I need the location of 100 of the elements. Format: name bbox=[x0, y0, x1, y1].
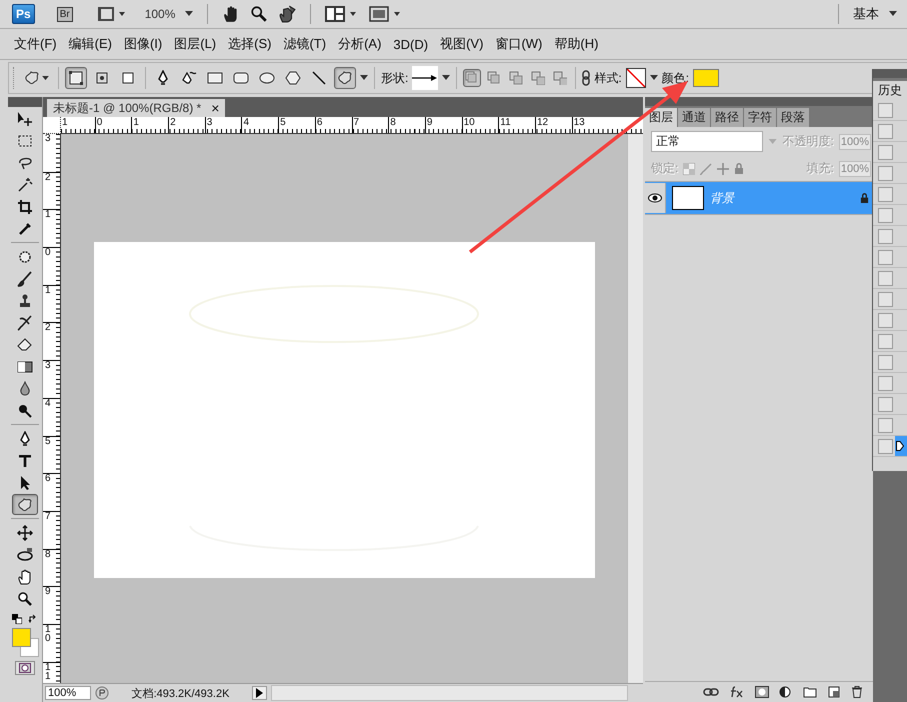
snapshot-checkbox[interactable] bbox=[878, 334, 893, 348]
snapshot-checkbox[interactable] bbox=[878, 396, 893, 412]
panel-tab[interactable]: 字符 bbox=[744, 108, 776, 127]
fx-icon[interactable] bbox=[729, 686, 745, 698]
caret-icon[interactable] bbox=[650, 75, 658, 81]
no-style-icon bbox=[626, 69, 645, 87]
combine-mode-button[interactable] bbox=[529, 69, 548, 87]
ruler-label: 10 bbox=[45, 624, 51, 643]
gradient-icon bbox=[17, 358, 33, 374]
shape-layers-icon bbox=[68, 70, 84, 86]
color-swatch[interactable] bbox=[693, 69, 720, 87]
style-picker[interactable] bbox=[626, 68, 646, 88]
quick-mask-button[interactable] bbox=[15, 661, 35, 675]
snapshot-checkbox[interactable] bbox=[878, 166, 893, 180]
snapshot-checkbox[interactable] bbox=[878, 144, 893, 160]
snapshot-checkbox[interactable] bbox=[878, 292, 893, 306]
ruler-label: 0 bbox=[45, 248, 51, 258]
preview-icon[interactable] bbox=[95, 686, 109, 700]
shape-picker[interactable] bbox=[412, 66, 438, 90]
caret-icon[interactable] bbox=[360, 75, 368, 81]
trash-icon[interactable] bbox=[851, 686, 863, 698]
snapshot-checkbox[interactable] bbox=[878, 376, 893, 390]
menu-item[interactable]: 编辑(E) bbox=[62, 35, 118, 53]
half-circle-icon[interactable] bbox=[779, 686, 793, 698]
menu-item[interactable]: 视图(V) bbox=[434, 35, 490, 53]
combine-mode-button[interactable] bbox=[463, 69, 482, 87]
history-row[interactable] bbox=[873, 436, 907, 457]
snapshot-checkbox[interactable] bbox=[878, 228, 893, 244]
link-icon[interactable] bbox=[582, 70, 590, 86]
panel-tab[interactable]: 段落 bbox=[777, 108, 809, 127]
mode-button[interactable] bbox=[65, 67, 87, 89]
vertical-scrollbar[interactable] bbox=[627, 134, 643, 683]
menu-item[interactable]: 窗口(W) bbox=[489, 35, 548, 53]
snapshot-checkbox[interactable] bbox=[878, 102, 893, 118]
rotate-view-icon[interactable] bbox=[278, 5, 296, 23]
snapshot-checkbox[interactable] bbox=[878, 186, 893, 202]
status-menu-button[interactable] bbox=[252, 686, 267, 700]
menu-item[interactable]: 图像(I) bbox=[118, 35, 168, 53]
ruler-label: 10 bbox=[462, 117, 498, 133]
brush-icon bbox=[17, 270, 33, 286]
menu-item[interactable]: 分析(A) bbox=[332, 35, 388, 53]
ruler-origin[interactable] bbox=[43, 117, 61, 134]
checker-icon[interactable] bbox=[683, 162, 696, 174]
swap-arrows-icon[interactable] bbox=[28, 614, 38, 624]
folder-icon[interactable] bbox=[803, 686, 817, 698]
ruler-label: 11 bbox=[498, 117, 535, 133]
close-button[interactable]: × bbox=[211, 100, 220, 116]
overlap-squares-icon bbox=[465, 71, 480, 85]
opacity-label: 不透明度: bbox=[782, 133, 834, 150]
snapshot-checkbox[interactable] bbox=[878, 438, 893, 454]
panel-tab[interactable]: 路径 bbox=[711, 108, 743, 127]
history-state-marker-icon bbox=[896, 441, 904, 451]
snapshot-checkbox[interactable] bbox=[878, 418, 893, 432]
snapshot-checkbox[interactable] bbox=[878, 270, 893, 286]
bridge-button[interactable]: Br bbox=[56, 6, 73, 22]
panel-tab[interactable]: 通道 bbox=[678, 108, 710, 127]
combine-mode-button[interactable] bbox=[551, 69, 570, 87]
menu-item[interactable]: 图层(L) bbox=[168, 35, 222, 53]
caret-icon[interactable] bbox=[442, 75, 450, 81]
app-logo[interactable]: Ps bbox=[12, 4, 35, 24]
snapshot-checkbox[interactable] bbox=[878, 354, 893, 370]
horizontal-scrollbar[interactable] bbox=[271, 685, 628, 701]
new-layer-icon[interactable] bbox=[827, 686, 841, 698]
shape-tool-button[interactable] bbox=[334, 67, 356, 89]
menu-item[interactable]: 帮助(H) bbox=[548, 35, 604, 53]
ruler-label: 9 bbox=[424, 117, 462, 133]
menu-item[interactable]: 3D(D) bbox=[387, 36, 434, 52]
history-tab[interactable]: 历史 bbox=[873, 81, 907, 100]
caret-icon[interactable] bbox=[185, 11, 194, 17]
film-strip-icon[interactable] bbox=[96, 6, 127, 22]
eye-icon[interactable] bbox=[648, 193, 662, 203]
workspace-dropdown[interactable]: 基本 bbox=[853, 5, 879, 23]
link-layers-icon[interactable] bbox=[703, 687, 719, 697]
dodge-icon bbox=[17, 402, 33, 418]
ruler-label: 7 bbox=[45, 512, 51, 521]
zoom-icon[interactable] bbox=[250, 5, 268, 23]
ruler-label: 11 bbox=[45, 662, 51, 681]
menu-item[interactable]: 文件(F) bbox=[8, 35, 63, 53]
blend-mode-dropdown[interactable]: 正常 bbox=[651, 131, 764, 152]
panel-tab[interactable]: 图层 bbox=[645, 108, 677, 127]
snapshot-checkbox[interactable] bbox=[878, 208, 893, 222]
custom-shape-icon bbox=[17, 496, 33, 512]
menu-item[interactable]: 滤镜(T) bbox=[277, 35, 332, 53]
combine-mode-button[interactable] bbox=[507, 69, 526, 87]
mask-icon[interactable] bbox=[755, 686, 769, 698]
snapshot-checkbox[interactable] bbox=[878, 250, 893, 264]
color-swatches[interactable] bbox=[10, 628, 40, 658]
caret-icon[interactable] bbox=[889, 11, 897, 17]
tool-button[interactable] bbox=[12, 494, 38, 515]
document-tab[interactable]: 未标题-1 @ 100%(RGB/8) * × bbox=[47, 99, 226, 117]
default-colors-icon[interactable] bbox=[12, 614, 22, 624]
ruler-label: 2 bbox=[45, 323, 51, 332]
snapshot-checkbox[interactable] bbox=[878, 124, 893, 138]
zoom-dropdown[interactable]: 100% bbox=[144, 7, 176, 21]
ruler-label: 5 bbox=[278, 117, 315, 133]
crop-icon bbox=[17, 198, 33, 214]
snapshot-checkbox[interactable] bbox=[878, 312, 893, 328]
shape-label: 形状: bbox=[381, 70, 408, 86]
zoom-field[interactable]: 100% bbox=[45, 686, 91, 700]
menu-item[interactable]: 选择(S) bbox=[222, 35, 278, 53]
